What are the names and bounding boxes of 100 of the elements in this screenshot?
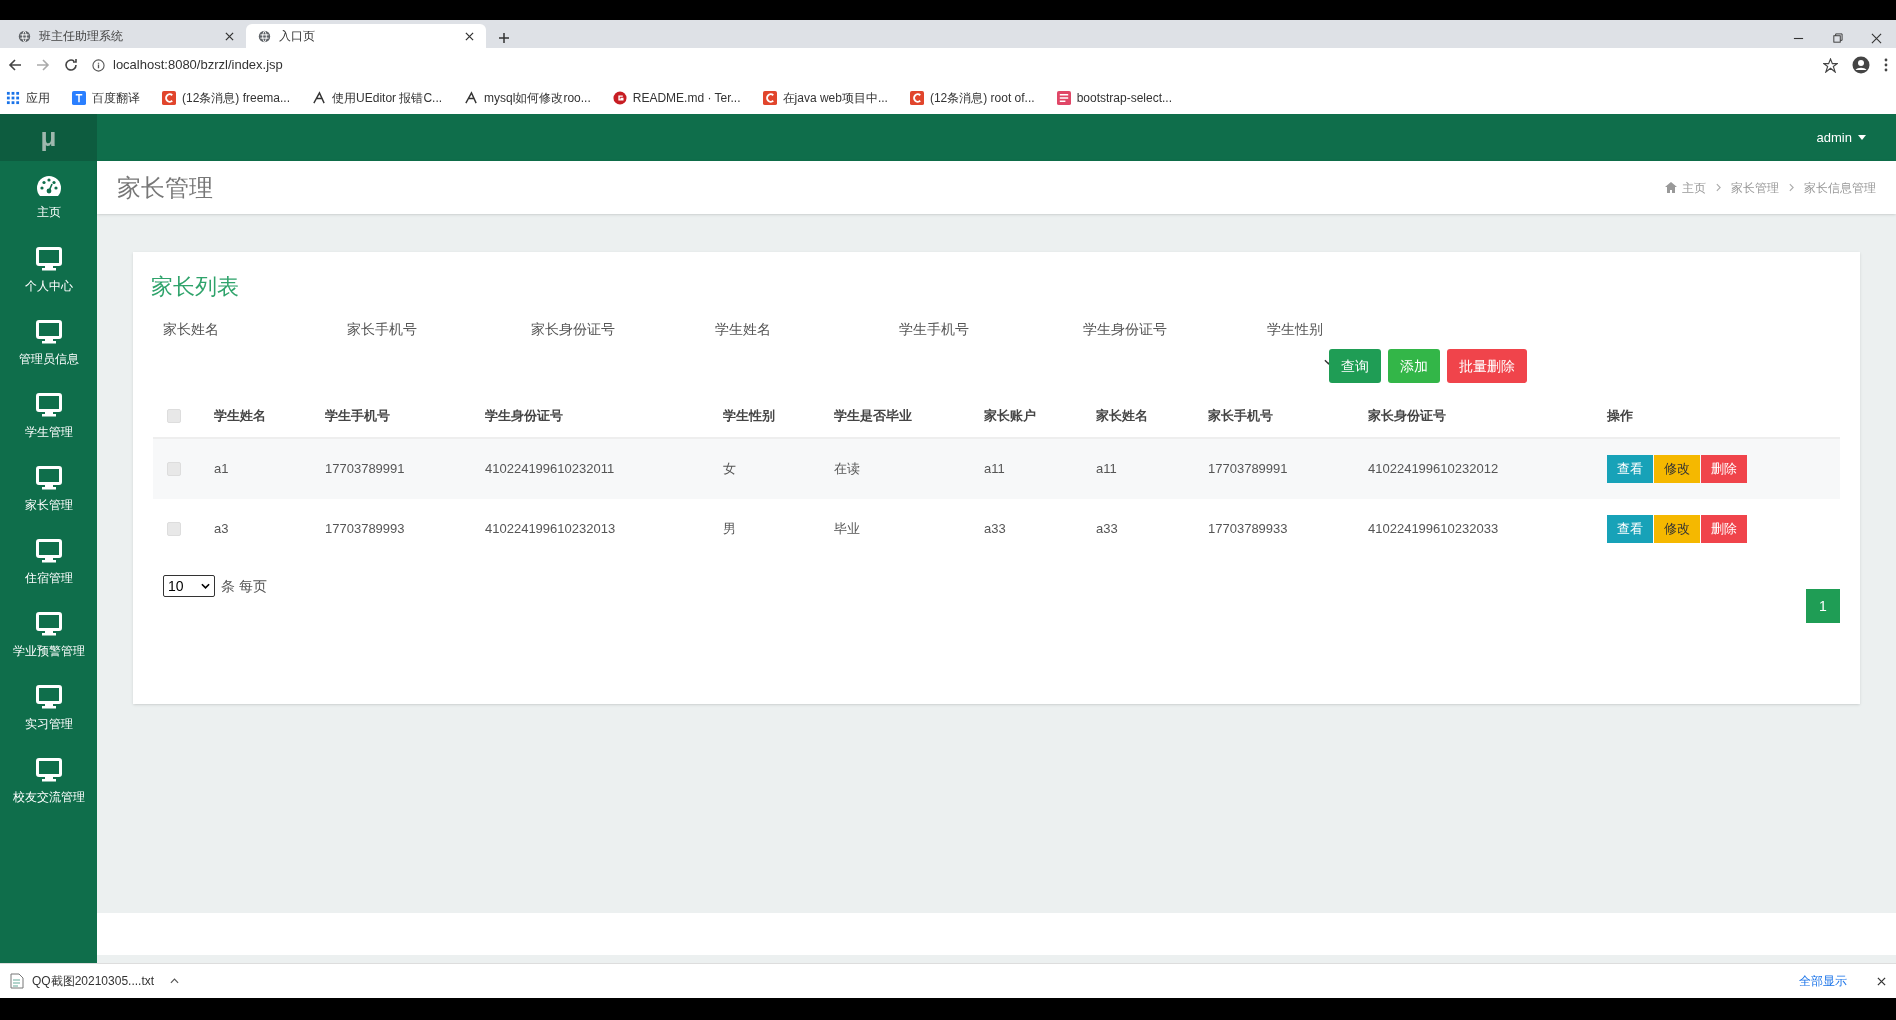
url-text: localhost:8080/bzrzl/index.jsp	[113, 56, 283, 75]
table-cell-text: 17703789993	[324, 520, 406, 539]
table-cell-text: 男	[722, 520, 737, 539]
back-icon[interactable]	[8, 58, 22, 72]
star-icon[interactable]	[1823, 57, 1838, 73]
monitor-icon	[35, 392, 62, 417]
logo: μ	[0, 114, 97, 161]
home-icon	[1665, 182, 1677, 193]
column-header: 学生手机号	[324, 407, 391, 426]
chevron-up-icon	[170, 978, 180, 984]
info-icon	[92, 58, 105, 72]
account-icon[interactable]	[1852, 56, 1870, 74]
new-tab-icon[interactable]	[498, 32, 510, 44]
filter-label: 学生姓名	[715, 320, 772, 339]
monitor-icon	[35, 538, 62, 563]
reload-icon[interactable]	[64, 58, 78, 72]
page-button[interactable]: 1	[1806, 589, 1840, 623]
bookmark[interactable]: 百度翻译	[72, 89, 140, 107]
monitor-icon	[35, 757, 62, 782]
table-cell-text: a3	[213, 520, 230, 539]
table-cell-text: 410224199610232033	[1367, 520, 1500, 539]
column-header: 家长手机号	[1207, 407, 1274, 426]
table-cell-text: 410224199610232012	[1367, 460, 1500, 479]
close-icon[interactable]	[1877, 976, 1886, 986]
sidebar-item[interactable]: 学生管理	[0, 380, 97, 453]
bookmark[interactable]: README.md · Ter...	[612, 89, 741, 107]
close-icon[interactable]	[225, 31, 234, 41]
chevron-down-icon	[201, 583, 210, 589]
column-header: 家长账户	[983, 407, 1037, 426]
close-icon[interactable]	[465, 31, 474, 41]
show-all-link[interactable]: 全部显示	[1799, 972, 1847, 990]
bookmark[interactable]: 在java web项目中...	[762, 89, 888, 107]
table-cell-text: 毕业	[833, 520, 861, 539]
filter-label: 学生身份证号	[1083, 320, 1168, 339]
close-icon[interactable]	[1871, 33, 1882, 44]
monitor-icon	[35, 684, 62, 709]
sidebar-item[interactable]: 学业预警管理	[0, 599, 97, 672]
sidebar-item[interactable]: 主页	[0, 161, 97, 234]
page-size-select[interactable]: 10	[163, 575, 215, 597]
column-header: 操作	[1606, 407, 1634, 426]
bookmark[interactable]: 应用	[6, 89, 50, 107]
query-button[interactable]: 查询	[1329, 349, 1381, 383]
column-header: 学生姓名	[213, 407, 267, 426]
sidebar-item[interactable]: 管理员信息	[0, 307, 97, 380]
edit-button[interactable]: 修改	[1654, 455, 1700, 483]
globe-icon	[258, 29, 271, 43]
page-title: 家长管理	[117, 172, 214, 203]
filter-label: 家长姓名	[163, 320, 220, 339]
apps-icon	[6, 91, 20, 105]
table-cell-text: a11	[983, 460, 1006, 479]
bookmark[interactable]: mysql如何修改roo...	[464, 89, 591, 107]
column-header: 学生是否毕业	[833, 407, 913, 426]
bookmark[interactable]: (12条消息) freema...	[162, 89, 291, 107]
table-cell-text: a1	[213, 460, 230, 479]
browser-tab[interactable]: 入口页	[246, 24, 486, 48]
sidebar-item[interactable]: 个人中心	[0, 234, 97, 307]
column-header: 家长身份证号	[1367, 407, 1447, 426]
monitor-icon	[35, 611, 62, 636]
delete-button[interactable]: 删除	[1701, 455, 1747, 483]
sidebar-item[interactable]: 住宿管理	[0, 526, 97, 599]
bookmark-page-icon	[1056, 91, 1071, 105]
table-cell-text: 女	[722, 460, 737, 479]
filter-label: 家长身份证号	[531, 320, 616, 339]
card-title: 家长列表	[151, 273, 240, 301]
bookmark[interactable]: bootstrap-select...	[1056, 89, 1172, 107]
user-menu[interactable]: admin	[1816, 127, 1866, 148]
bookmark[interactable]: 使用UEditor 报错C...	[312, 89, 443, 107]
checkbox[interactable]	[167, 409, 181, 423]
edit-button[interactable]: 修改	[1654, 515, 1700, 543]
table-cell-text: 17703789991	[1207, 460, 1289, 479]
restore-icon[interactable]	[1832, 33, 1843, 44]
monitor-icon	[35, 246, 62, 271]
filter-label: 学生性别	[1267, 320, 1324, 339]
g-logo-icon	[612, 91, 627, 105]
table-cell-text: 17703789933	[1207, 520, 1289, 539]
bookmark[interactable]: (12条消息) root of...	[909, 89, 1035, 107]
globe-icon	[18, 29, 31, 43]
column-header: 家长姓名	[1095, 407, 1149, 426]
download-item[interactable]: QQ截图20210305....txt	[10, 972, 220, 990]
table-cell-text: a33	[1095, 520, 1119, 539]
more-icon[interactable]	[1884, 58, 1888, 72]
table-cell-text: a33	[983, 520, 1007, 539]
table-cell-text: 410224199610232013	[484, 520, 617, 539]
sidebar-item[interactable]: 校友交流管理	[0, 745, 97, 818]
translate-icon	[72, 91, 86, 105]
delete-button[interactable]: 批量删除	[1447, 349, 1527, 383]
page-size-label: 条 每页	[221, 576, 267, 596]
checkbox[interactable]	[167, 462, 181, 476]
sidebar-item[interactable]: 实习管理	[0, 672, 97, 745]
delete-button[interactable]: 删除	[1701, 515, 1747, 543]
text-file-icon	[10, 973, 24, 989]
monitor-icon	[35, 465, 62, 490]
checkbox[interactable]	[167, 522, 181, 536]
monitor-icon	[35, 319, 62, 344]
column-header: 学生性别	[722, 407, 776, 426]
sidebar-item[interactable]: 家长管理	[0, 453, 97, 526]
c-logo-icon	[909, 91, 924, 105]
filter-label: 家长手机号	[347, 320, 418, 339]
filter-label: 学生手机号	[899, 320, 970, 339]
table-cell-text: 在读	[833, 460, 861, 479]
